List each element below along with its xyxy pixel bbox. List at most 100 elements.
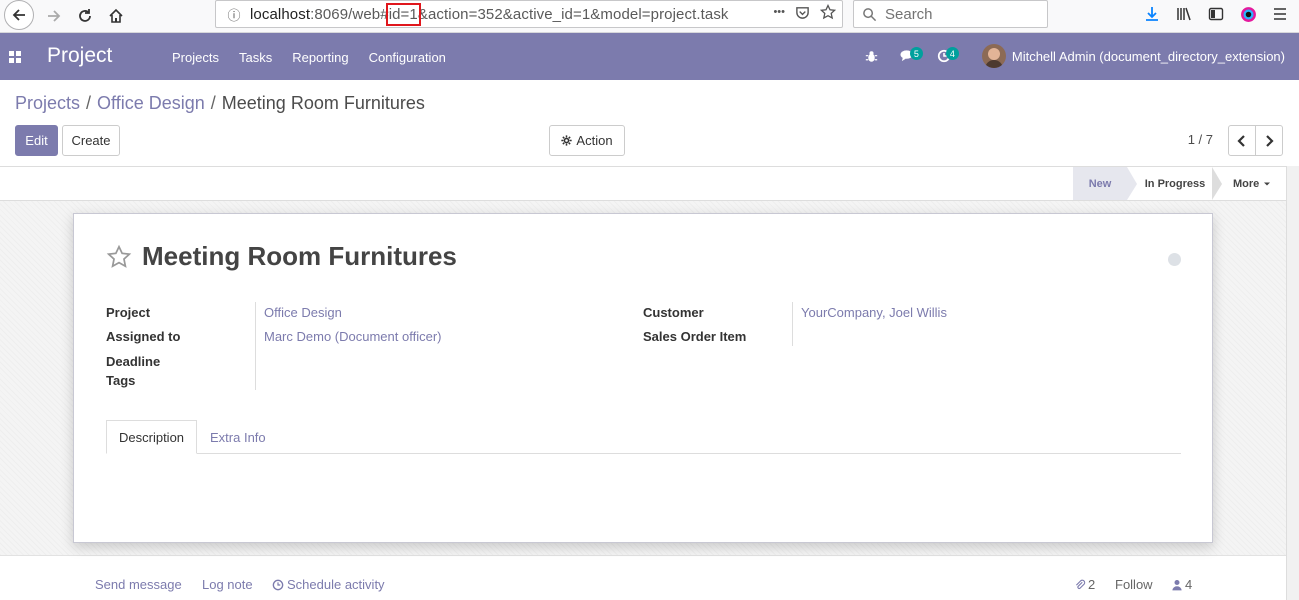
stage-more-label: More bbox=[1233, 177, 1260, 190]
followers-button[interactable]: 4 bbox=[1172, 577, 1192, 592]
user-menu-name[interactable]: Mitchell Admin (document_directory_exten… bbox=[1012, 49, 1285, 64]
stage-more-dropdown[interactable]: More bbox=[1233, 167, 1278, 200]
activities-count-badge: 4 bbox=[945, 47, 959, 60]
field-label-project: Project bbox=[106, 305, 151, 320]
field-label-assigned-to: Assigned to bbox=[106, 329, 181, 344]
page-scrollbar[interactable] bbox=[1286, 166, 1299, 600]
bookmark-star-icon[interactable] bbox=[820, 4, 836, 20]
library-icon[interactable] bbox=[1175, 5, 1193, 23]
url-host: localhost bbox=[250, 5, 311, 23]
user-icon bbox=[1172, 579, 1182, 590]
app-navbar: Project Projects Tasks Reporting Configu… bbox=[0, 33, 1299, 80]
field-label-customer: Customer bbox=[643, 305, 704, 320]
menu-item-projects[interactable]: Projects bbox=[172, 50, 219, 65]
search-icon bbox=[863, 7, 877, 21]
priority-star-icon[interactable] bbox=[106, 244, 132, 270]
breadcrumb-separator: / bbox=[210, 93, 216, 113]
site-info-icon[interactable]: ⓘ bbox=[222, 5, 246, 24]
forward-button[interactable] bbox=[40, 3, 68, 29]
user-avatar[interactable] bbox=[981, 44, 1006, 68]
field-value-assigned-to[interactable]: Marc Demo (Document officer) bbox=[264, 329, 441, 344]
tab-extra-info[interactable]: Extra Info bbox=[198, 420, 278, 454]
breadcrumb-separator: / bbox=[86, 93, 92, 113]
url-rest: &action=352&active_id=1&model=project.ta… bbox=[417, 5, 729, 23]
back-arrow-icon bbox=[12, 9, 25, 21]
browser-toolbar-icons bbox=[1143, 5, 1289, 23]
forward-arrow-icon bbox=[48, 10, 61, 22]
activities-clock-icon[interactable]: 4 bbox=[936, 45, 959, 67]
menu-item-reporting[interactable]: Reporting bbox=[292, 50, 348, 65]
stage-in-progress-button[interactable]: In Progress bbox=[1137, 167, 1213, 200]
navbar-systray: 5 4 Mitchell Admin (document_directory_e… bbox=[864, 44, 1285, 68]
menu-item-configuration[interactable]: Configuration bbox=[369, 50, 446, 65]
search-placeholder: Search bbox=[885, 5, 933, 23]
main-menu: Projects Tasks Reporting Configuration bbox=[172, 50, 466, 65]
pager-value[interactable]: 1 / 7 bbox=[1188, 132, 1213, 147]
pager-next-button[interactable] bbox=[1255, 125, 1283, 156]
debug-bug-icon[interactable] bbox=[864, 45, 880, 67]
field-label-sales-order-item: Sales Order Item bbox=[643, 329, 747, 344]
home-icon bbox=[109, 8, 123, 23]
kanban-state-indicator[interactable] bbox=[1168, 253, 1181, 266]
breadcrumb: Projects / Office Design / Meeting Room Furn… bbox=[15, 93, 425, 114]
breadcrumb-current: Meeting Room Furnitures bbox=[221, 93, 425, 113]
messages-icon[interactable]: 5 bbox=[900, 45, 923, 67]
color-extension-icon[interactable] bbox=[1239, 5, 1257, 23]
hamburger-menu-icon[interactable] bbox=[1271, 5, 1289, 23]
download-icon[interactable] bbox=[1143, 5, 1161, 23]
url-highlight: id=1 bbox=[385, 2, 421, 26]
status-bar: New In Progress More bbox=[0, 166, 1286, 201]
tab-description[interactable]: Description bbox=[106, 420, 198, 454]
edit-button[interactable]: Edit bbox=[15, 125, 58, 156]
field-label-tags: Tags bbox=[106, 373, 136, 388]
back-button[interactable] bbox=[4, 0, 34, 30]
attachments-button[interactable]: 2 bbox=[1074, 577, 1095, 592]
paperclip-icon bbox=[1076, 579, 1086, 590]
browser-toolbar: ⓘ localhost:8069/web#id=1&action=352&act… bbox=[0, 0, 1299, 33]
reload-icon bbox=[79, 9, 91, 22]
stage-divider bbox=[1212, 167, 1222, 200]
apps-menu-icon[interactable] bbox=[9, 51, 21, 63]
app-brand[interactable]: Project bbox=[47, 44, 112, 68]
url-fade bbox=[724, 1, 764, 27]
action-label: Action bbox=[576, 133, 613, 148]
gear-icon bbox=[561, 135, 573, 146]
chevron-left-icon bbox=[1237, 134, 1245, 147]
clock-icon bbox=[272, 579, 284, 590]
stage-new-button[interactable]: New bbox=[1073, 167, 1137, 200]
caret-down-icon bbox=[1264, 182, 1271, 185]
browser-search-input[interactable]: Search bbox=[853, 0, 1048, 28]
field-divider-left bbox=[255, 302, 256, 390]
task-title: Meeting Room Furnitures bbox=[142, 241, 457, 271]
url-text: localhost:8069/web#id=1&action=352&activ… bbox=[250, 2, 729, 26]
sidebar-icon[interactable] bbox=[1207, 5, 1225, 23]
send-message-button[interactable]: Send message bbox=[95, 577, 182, 592]
schedule-activity-label: Schedule activity bbox=[287, 577, 385, 592]
home-button[interactable] bbox=[102, 3, 130, 29]
attachments-count: 2 bbox=[1088, 577, 1096, 592]
url-actions: ••• bbox=[773, 4, 836, 20]
follow-button[interactable]: Follow bbox=[1115, 577, 1153, 592]
breadcrumb-projects[interactable]: Projects bbox=[15, 93, 80, 113]
page-actions-icon[interactable]: ••• bbox=[773, 6, 785, 18]
action-button[interactable]: Action bbox=[549, 125, 625, 156]
notebook-tabs: Description Extra Info bbox=[106, 420, 1181, 454]
breadcrumb-office-design[interactable]: Office Design bbox=[97, 93, 205, 113]
menu-item-tasks[interactable]: Tasks bbox=[239, 50, 272, 65]
reload-button[interactable] bbox=[71, 3, 99, 29]
field-value-customer[interactable]: YourCompany, Joel Willis bbox=[801, 305, 947, 320]
form-sheet: Meeting Room Furnitures Project Office D… bbox=[73, 213, 1213, 543]
url-port-path: :8069/web# bbox=[310, 5, 389, 23]
field-divider-right bbox=[792, 302, 793, 346]
log-note-button[interactable]: Log note bbox=[202, 577, 253, 592]
chevron-right-icon bbox=[1266, 134, 1274, 147]
pocket-icon[interactable] bbox=[795, 5, 810, 20]
field-label-deadline: Deadline bbox=[106, 354, 161, 369]
schedule-activity-button[interactable]: Schedule activity bbox=[272, 577, 385, 592]
url-bar[interactable]: ⓘ localhost:8069/web#id=1&action=352&act… bbox=[215, 0, 843, 28]
followers-count: 4 bbox=[1185, 577, 1193, 592]
messages-count-badge: 5 bbox=[909, 47, 923, 60]
field-value-project[interactable]: Office Design bbox=[264, 305, 342, 320]
create-button[interactable]: Create bbox=[62, 125, 120, 156]
pager-previous-button[interactable] bbox=[1228, 125, 1256, 156]
